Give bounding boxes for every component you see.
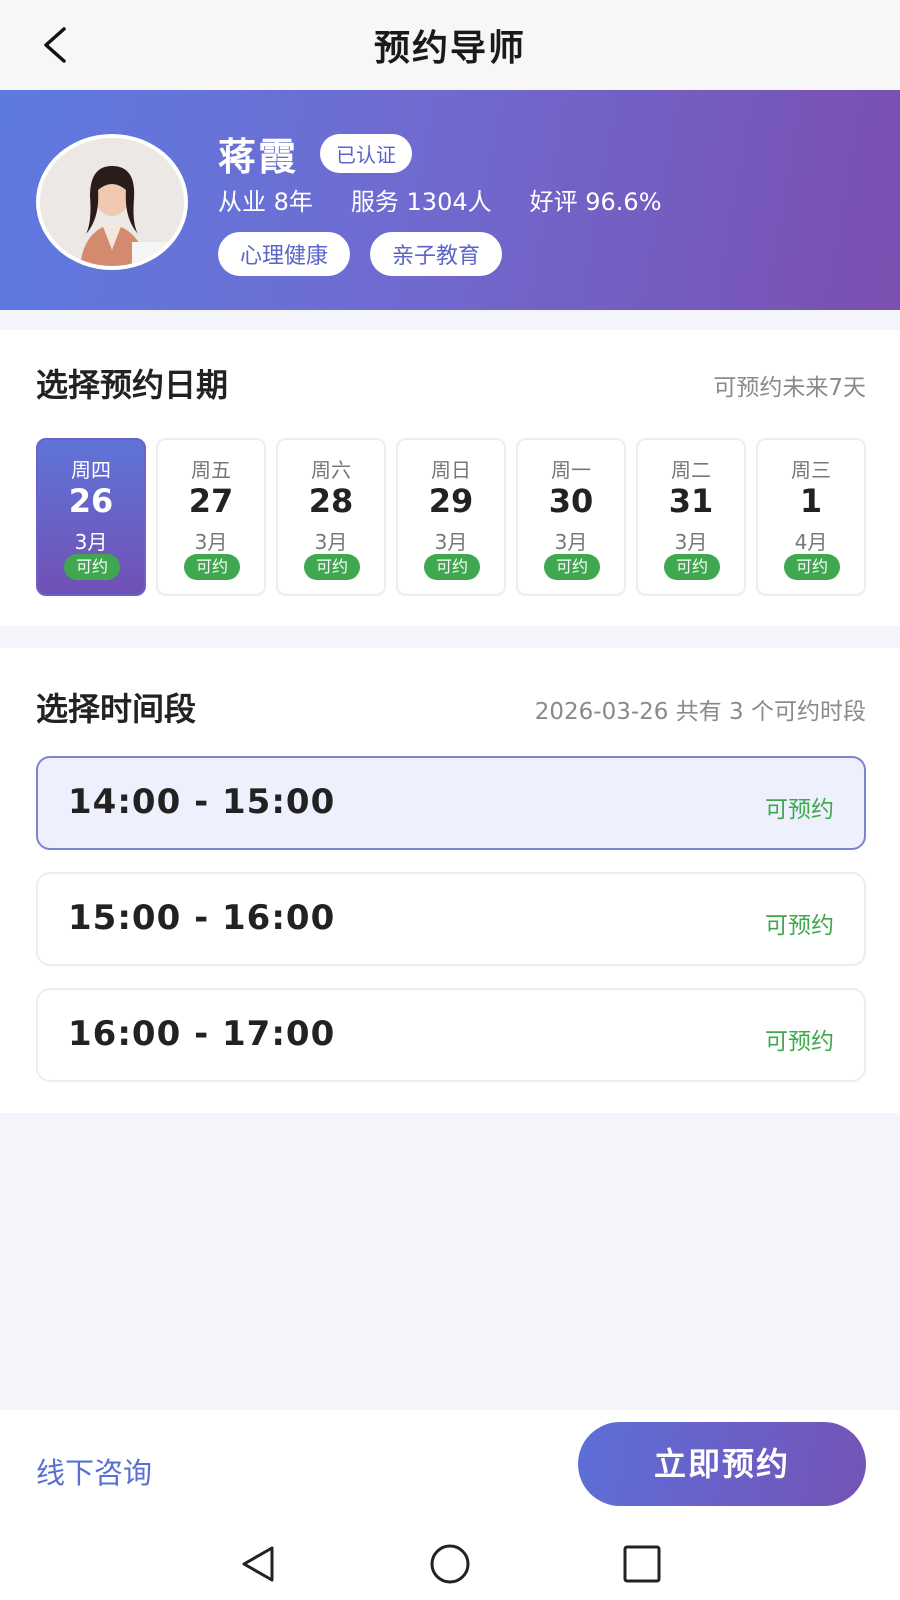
- date-item[interactable]: 周日 29 3月 可约: [396, 438, 506, 596]
- book-now-button[interactable]: 立即预约: [578, 1422, 866, 1506]
- name-row: 蒋霞 已认证: [218, 126, 413, 181]
- date-item[interactable]: 周一 30 3月 可约: [516, 438, 626, 596]
- date-weekday: 周三: [791, 458, 831, 482]
- date-day: 27: [188, 482, 234, 520]
- slot-time: 16:00 - 17:00: [68, 1014, 336, 1054]
- date-day: 30: [548, 482, 594, 520]
- nav-back-button[interactable]: [236, 1542, 280, 1586]
- mentor-tags: 心理健康 亲子教育: [218, 232, 503, 276]
- slot-time: 14:00 - 15:00: [68, 782, 336, 822]
- time-section-title: 选择时间段: [36, 690, 197, 728]
- date-day: 28: [308, 482, 354, 520]
- square-recents-icon: [623, 1545, 661, 1583]
- date-day: 1: [799, 482, 823, 520]
- verified-badge: 已认证: [320, 134, 413, 173]
- availability-badge: 可约: [544, 554, 600, 580]
- triangle-back-icon: [242, 1546, 274, 1582]
- availability-badge: 可约: [184, 554, 240, 580]
- date-month: 3月: [674, 530, 708, 554]
- slot-status: 可预约: [765, 913, 834, 939]
- date-day: 31: [668, 482, 714, 520]
- date-month: 3月: [434, 530, 468, 554]
- top-bar: 预约导师: [0, 0, 900, 90]
- slot-status: 可预约: [765, 797, 834, 823]
- offline-consult-link[interactable]: 线下咨询: [36, 1450, 152, 1492]
- stat-rating: 好评 96.6%: [529, 188, 662, 216]
- availability-badge: 可约: [304, 554, 360, 580]
- page-title: 预约导师: [373, 28, 526, 69]
- time-section-subtitle: 2026-03-26 共有 3 个可约时段: [534, 699, 866, 725]
- date-weekday: 周四: [71, 458, 111, 482]
- circle-home-icon: [430, 1544, 470, 1584]
- chevron-left-icon: [44, 27, 66, 63]
- date-weekday: 周六: [311, 458, 351, 482]
- time-slot[interactable]: 16:00 - 17:00 可预约: [36, 988, 866, 1082]
- date-month: 3月: [74, 530, 108, 554]
- avatar: [36, 134, 188, 270]
- time-slot[interactable]: 15:00 - 16:00 可预约: [36, 872, 866, 966]
- date-weekday: 周一: [551, 458, 591, 482]
- date-month: 3月: [194, 530, 228, 554]
- tag-parenting: 亲子教育: [370, 232, 503, 276]
- availability-badge: 可约: [64, 554, 120, 580]
- slot-time: 15:00 - 16:00: [68, 898, 336, 938]
- availability-badge: 可约: [784, 554, 840, 580]
- date-item[interactable]: 周三 1 4月 可约: [756, 438, 866, 596]
- availability-badge: 可约: [424, 554, 480, 580]
- date-day: 26: [68, 482, 114, 520]
- availability-badge: 可约: [664, 554, 720, 580]
- time-slot[interactable]: 14:00 - 15:00 可预约: [36, 756, 866, 850]
- mentor-banner: 蒋霞 已认证 从业 8年 服务 1304人 好评 96.6% 心理健康 亲子教育: [0, 90, 900, 310]
- stat-served: 服务 1304人: [350, 188, 492, 216]
- date-month: 3月: [314, 530, 348, 554]
- date-weekday: 周日: [431, 458, 471, 482]
- date-picker: 周四 26 3月 可约 周五 27 3月 可约 周六 28 3月 可约 周日 2…: [36, 438, 866, 596]
- date-item[interactable]: 周五 27 3月 可约: [156, 438, 266, 596]
- date-item[interactable]: 周四 26 3月 可约: [36, 438, 146, 596]
- mentor-portrait-icon: [40, 138, 184, 266]
- slot-status: 可预约: [765, 1029, 834, 1055]
- system-nav-bar: [0, 1522, 900, 1600]
- mentor-name: 蒋霞: [218, 135, 299, 179]
- date-item[interactable]: 周二 31 3月 可约: [636, 438, 746, 596]
- date-item[interactable]: 周六 28 3月 可约: [276, 438, 386, 596]
- nav-recents-button[interactable]: [620, 1542, 664, 1586]
- date-section: 选择预约日期 可预约未来7天 周四 26 3月 可约 周五 27 3月 可约 周…: [0, 330, 900, 626]
- date-day: 29: [428, 482, 474, 520]
- tag-mental-health: 心理健康: [218, 232, 351, 276]
- nav-home-button[interactable]: [428, 1542, 472, 1586]
- date-section-title: 选择预约日期: [36, 366, 229, 404]
- date-month: 3月: [554, 530, 588, 554]
- back-button[interactable]: [30, 22, 80, 68]
- date-month: 4月: [794, 530, 828, 554]
- mentor-stats: 从业 8年 服务 1304人 好评 96.6%: [218, 182, 662, 217]
- date-weekday: 周二: [671, 458, 711, 482]
- date-weekday: 周五: [191, 458, 231, 482]
- time-section: 选择时间段 2026-03-26 共有 3 个可约时段 14:00 - 15:0…: [0, 648, 900, 1113]
- stat-experience: 从业 8年: [218, 188, 313, 216]
- bottom-action-bar: 线下咨询 立即预约: [0, 1410, 900, 1522]
- date-section-subtitle: 可预约未来7天: [713, 375, 866, 401]
